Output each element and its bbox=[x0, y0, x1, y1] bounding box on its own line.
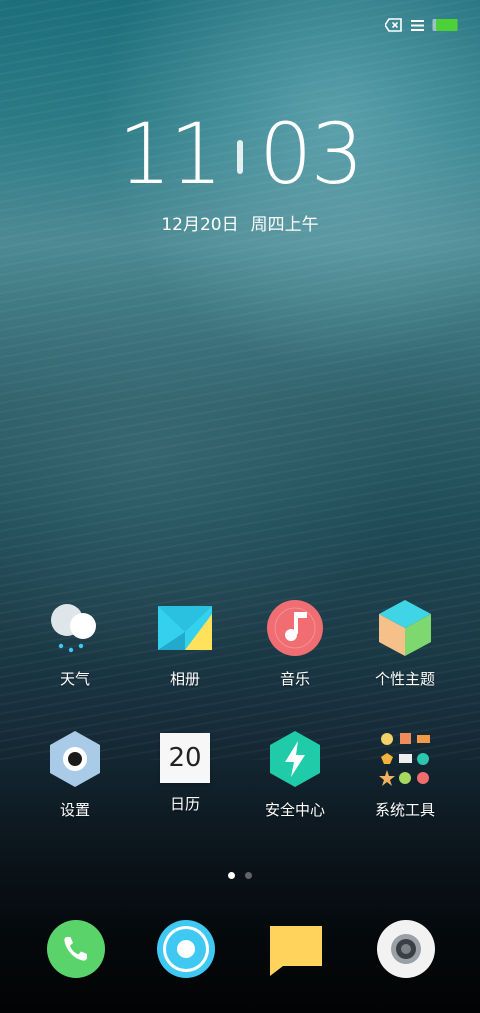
settings-icon bbox=[50, 731, 100, 787]
app-themes[interactable]: 个性主题 bbox=[350, 598, 460, 689]
tools-folder-icon bbox=[379, 733, 430, 786]
app-settings[interactable]: 设置 bbox=[20, 729, 130, 820]
clock-minute: 03 bbox=[259, 105, 364, 203]
app-music[interactable]: 音乐 bbox=[240, 598, 350, 689]
date-text: 12月20日 bbox=[161, 215, 239, 235]
page-indicator bbox=[0, 872, 480, 879]
clock-time: 11 03 bbox=[0, 112, 480, 196]
lockscreen-clock-widget[interactable]: 11 03 12月20日 周四上午 bbox=[0, 112, 480, 235]
app-security[interactable]: 安全中心 bbox=[240, 729, 350, 820]
app-weather[interactable]: 天气 bbox=[20, 598, 130, 689]
app-label: 相册 bbox=[169, 670, 200, 688]
dock bbox=[0, 918, 480, 980]
calendar-day: 20 bbox=[168, 743, 202, 773]
status-bar bbox=[385, 14, 458, 36]
app-label: 设置 bbox=[59, 801, 90, 819]
page-dot-active[interactable] bbox=[228, 872, 235, 879]
calendar-icon: 20 bbox=[160, 733, 210, 783]
signal-menu-icon bbox=[411, 19, 424, 31]
security-icon bbox=[270, 731, 320, 787]
clock-separator bbox=[237, 140, 243, 174]
battery-icon bbox=[432, 19, 458, 31]
browser-icon[interactable] bbox=[155, 918, 217, 980]
clock-date: 12月20日 周四上午 bbox=[0, 210, 480, 235]
phone-icon[interactable] bbox=[45, 918, 107, 980]
weekday-text: 周四上午 bbox=[250, 215, 319, 235]
themes-icon bbox=[379, 600, 431, 656]
app-label: 天气 bbox=[59, 670, 90, 688]
app-label: 日历 bbox=[169, 795, 200, 813]
app-label: 个性主题 bbox=[374, 670, 435, 688]
no-sim-icon bbox=[385, 18, 402, 32]
gallery-icon bbox=[158, 606, 212, 650]
clock-hour: 11 bbox=[118, 105, 223, 203]
weather-icon bbox=[51, 604, 96, 653]
app-label: 音乐 bbox=[279, 670, 310, 688]
page-dot[interactable] bbox=[245, 872, 252, 879]
app-tools-folder[interactable]: 系统工具 bbox=[350, 729, 460, 820]
music-icon bbox=[267, 600, 323, 656]
app-label: 安全中心 bbox=[264, 801, 325, 819]
app-gallery[interactable]: 相册 bbox=[130, 598, 240, 689]
app-calendar[interactable]: 20 日历 bbox=[130, 729, 240, 814]
camera-icon[interactable] bbox=[375, 918, 437, 980]
app-label: 系统工具 bbox=[374, 801, 435, 819]
messages-icon[interactable] bbox=[265, 918, 327, 980]
